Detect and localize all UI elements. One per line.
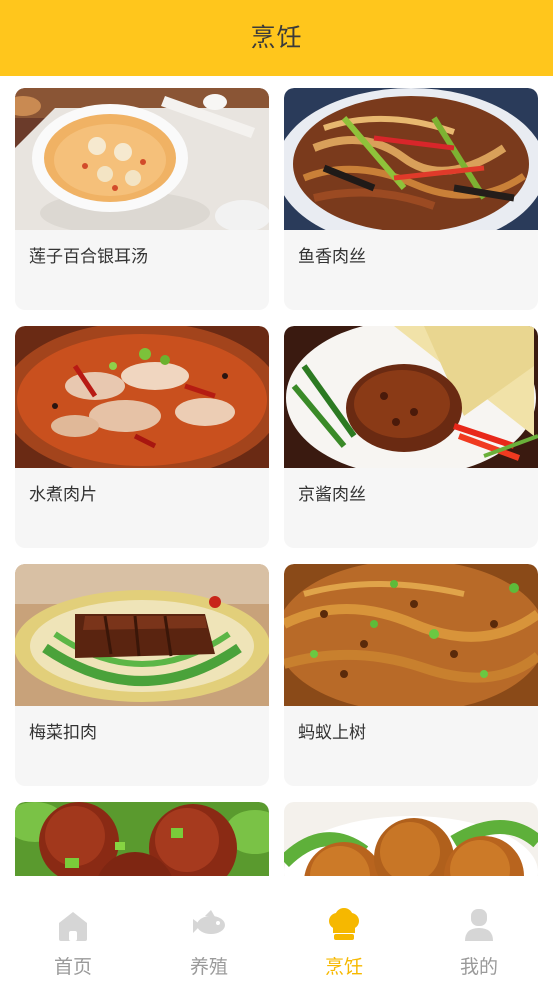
recipe-card[interactable]: 京酱肉丝 — [284, 326, 538, 548]
recipe-card[interactable]: 鱼香肉丝 — [284, 88, 538, 310]
recipe-name: 梅菜扣肉 — [29, 723, 97, 743]
recipe-card[interactable]: 梅菜扣肉 — [15, 564, 269, 786]
recipe-name: 莲子百合银耳汤 — [29, 247, 148, 267]
tab-label: 养殖 — [189, 956, 228, 978]
home-icon — [55, 907, 91, 943]
recipe-image — [15, 88, 269, 230]
meatball-photo — [15, 802, 269, 876]
fish-icon — [191, 907, 227, 943]
recipe-card[interactable]: 水煮肉片 — [15, 326, 269, 548]
recipe-name: 水煮肉片 — [29, 485, 97, 505]
page-title: 烹饪 — [250, 23, 303, 52]
meicai-pork-photo — [15, 564, 269, 706]
recipe-image — [284, 326, 538, 468]
ants-climbing-tree-photo — [284, 564, 538, 706]
bottom-tab-bar: 首页 养殖 烹饪 我的 — [0, 876, 553, 983]
header-bar: 烹饪 — [0, 0, 553, 76]
recipe-image — [15, 326, 269, 468]
user-icon — [461, 907, 497, 943]
lotus-lily-soup-photo — [15, 88, 269, 230]
recipe-name: 蚂蚁上树 — [298, 723, 366, 743]
lions-head-photo — [284, 802, 538, 876]
tab-breeding[interactable]: 养殖 — [140, 876, 278, 983]
tab-cooking[interactable]: 烹饪 — [275, 876, 413, 983]
recipe-name: 京酱肉丝 — [298, 485, 366, 505]
recipe-card[interactable]: 蚂蚁上树 — [284, 564, 538, 786]
app-screen: 烹饪 莲子百合银耳汤 鱼香肉丝 水煮肉片 京酱肉丝 梅菜扣肉 蚂蚁上树 首页 养… — [0, 0, 553, 983]
tab-mine[interactable]: 我的 — [410, 876, 548, 983]
recipe-image — [15, 564, 269, 706]
recipe-image — [284, 88, 538, 230]
recipe-card[interactable]: 莲子百合银耳汤 — [15, 88, 269, 310]
recipe-image — [284, 564, 538, 706]
jingjiang-pork-photo — [284, 326, 538, 468]
tab-label: 首页 — [53, 956, 92, 978]
boiled-pork-slices-photo — [15, 326, 269, 468]
recipe-image — [15, 802, 269, 876]
recipe-grid[interactable]: 莲子百合银耳汤 鱼香肉丝 水煮肉片 京酱肉丝 梅菜扣肉 蚂蚁上树 — [0, 76, 553, 876]
recipe-card[interactable] — [284, 802, 538, 876]
recipe-card[interactable] — [15, 802, 269, 876]
tab-label: 我的 — [459, 956, 498, 978]
chef-hat-icon — [326, 907, 362, 943]
recipe-name: 鱼香肉丝 — [298, 247, 366, 267]
tab-home[interactable]: 首页 — [4, 876, 142, 983]
yuxiang-pork-photo — [284, 88, 538, 230]
tab-label: 烹饪 — [324, 956, 363, 978]
recipe-image — [284, 802, 538, 876]
